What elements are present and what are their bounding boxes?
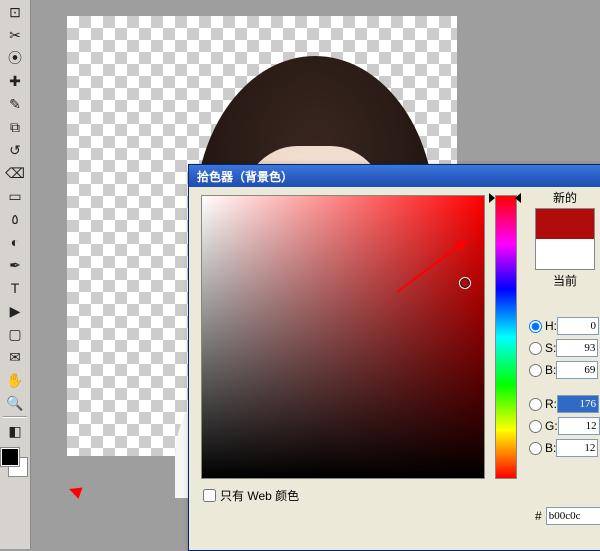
hue-radio[interactable] bbox=[529, 320, 542, 333]
current-color-swatch[interactable] bbox=[535, 239, 595, 270]
notes-tool[interactable]: ✉ bbox=[3, 346, 27, 368]
red-label: R: bbox=[545, 397, 557, 411]
zoom-tool[interactable]: 🔍 bbox=[3, 392, 27, 414]
pen-tool[interactable]: ✒ bbox=[3, 254, 27, 276]
hex-prefix: # bbox=[535, 509, 542, 523]
saturation-field[interactable] bbox=[556, 339, 598, 357]
annotation-arrow-icon bbox=[61, 481, 82, 498]
eyedropper-tool[interactable]: ⦿ bbox=[3, 47, 27, 69]
hex-field[interactable] bbox=[546, 507, 600, 525]
color-swatches[interactable] bbox=[1, 448, 29, 482]
tool-divider bbox=[3, 416, 27, 418]
tool-palette: ⊡✂⦿✚✎⧉↺⌫▭٥◐✒T▶▢✉✋🔍 ◧ bbox=[0, 0, 31, 549]
dialog-title[interactable]: 拾色器（背景色） bbox=[189, 165, 600, 187]
gradient-tool[interactable]: ▭ bbox=[3, 185, 27, 207]
saturation-value-field[interactable] bbox=[201, 195, 485, 479]
brightness-field[interactable] bbox=[556, 361, 598, 379]
current-color-label: 当前 bbox=[529, 272, 600, 289]
hand-tool[interactable]: ✋ bbox=[3, 369, 27, 391]
red-field[interactable] bbox=[557, 395, 599, 413]
blur-tool[interactable]: ٥ bbox=[3, 208, 27, 230]
brightness-label: B: bbox=[545, 363, 556, 377]
shape-tool[interactable]: ▢ bbox=[3, 323, 27, 345]
healing-brush-tool[interactable]: ✚ bbox=[3, 70, 27, 92]
hue-label: H: bbox=[545, 319, 557, 333]
new-color-label: 新的 bbox=[529, 189, 600, 206]
crop-ton[interactable]: ⊡ bbox=[3, 1, 27, 23]
clone-stamp-tool[interactable]: ⧉ bbox=[3, 116, 27, 138]
path-selection-tool[interactable]: ▶ bbox=[3, 300, 27, 322]
web-only-checkbox[interactable] bbox=[203, 489, 216, 502]
new-color-swatch bbox=[535, 208, 595, 239]
web-only-checkbox-row[interactable]: 只有 Web 颜色 bbox=[203, 487, 299, 504]
eraser-tool[interactable]: ⌫ bbox=[3, 162, 27, 184]
foreground-color-swatch[interactable] bbox=[1, 448, 19, 466]
slice-tool[interactable]: ✂ bbox=[3, 24, 27, 46]
dodge-tool[interactable]: ◐ bbox=[3, 231, 27, 253]
history-brush-tool[interactable]: ↺ bbox=[3, 139, 27, 161]
blue-field[interactable] bbox=[556, 439, 598, 457]
brush-tool[interactable]: ✎ bbox=[3, 93, 27, 115]
hue-indicator-icon[interactable] bbox=[489, 193, 521, 201]
web-only-label: 只有 Web 颜色 bbox=[220, 487, 299, 504]
annotation-arrow-icon bbox=[397, 236, 471, 292]
red-radio[interactable] bbox=[529, 398, 542, 411]
blue-radio[interactable] bbox=[529, 442, 542, 455]
color-picker-dialog: 拾色器（背景色） 新的 当前 H: S: B: R: G: B: 只有 W bbox=[188, 164, 600, 551]
green-radio[interactable] bbox=[529, 420, 542, 433]
green-field[interactable] bbox=[558, 417, 600, 435]
green-label: G: bbox=[545, 419, 558, 433]
blue-label: B: bbox=[545, 441, 556, 455]
type-tool[interactable]: T bbox=[3, 277, 27, 299]
default-colors-icon[interactable]: ◧ bbox=[3, 420, 27, 442]
brightness-radio[interactable] bbox=[529, 364, 542, 377]
hue-slider[interactable] bbox=[495, 195, 517, 479]
hue-field[interactable] bbox=[557, 317, 599, 335]
saturation-label: S: bbox=[545, 341, 556, 355]
saturation-radio[interactable] bbox=[529, 342, 542, 355]
